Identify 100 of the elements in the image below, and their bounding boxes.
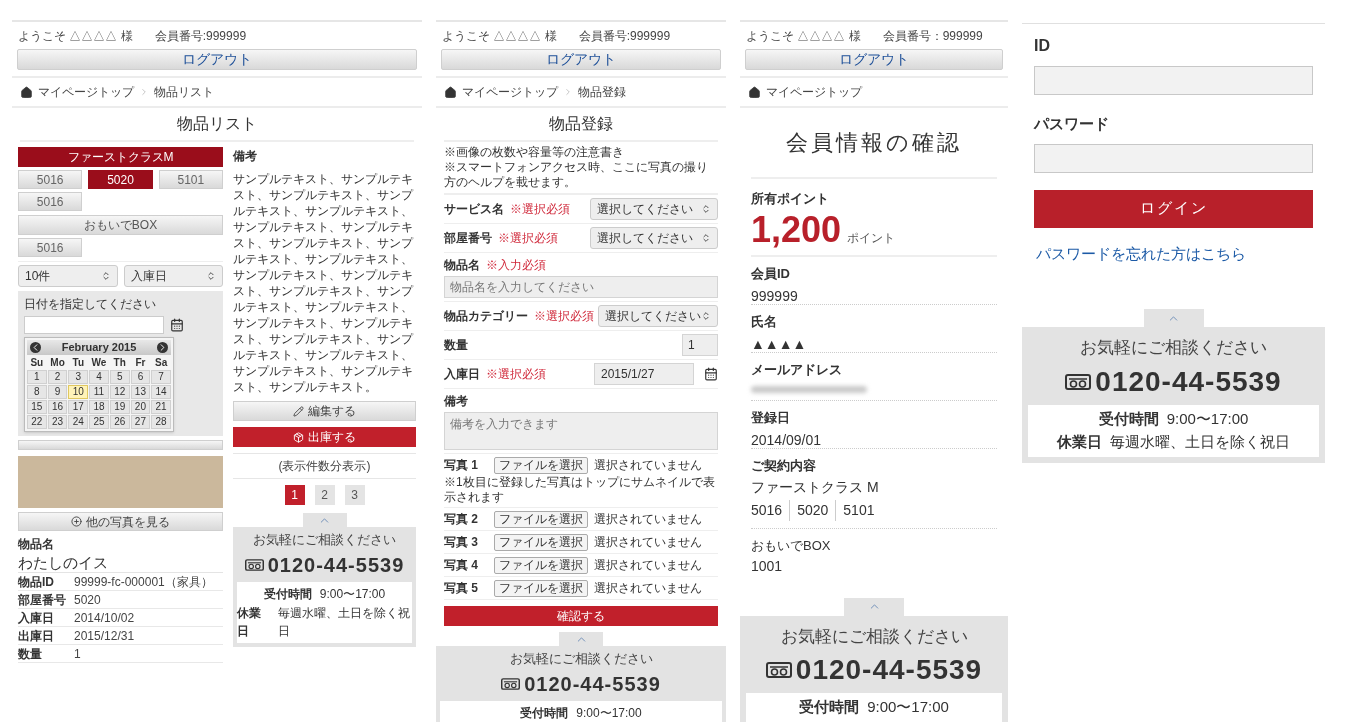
filter-button[interactable]: [18, 440, 223, 450]
date-input[interactable]: 2015/1/27: [594, 363, 694, 385]
contact-heading: お気軽にご相談ください: [253, 531, 396, 549]
plus-circle-icon: [71, 516, 82, 527]
calendar-day[interactable]: 26: [109, 415, 130, 429]
calendar-day[interactable]: 1: [27, 370, 47, 384]
select-dropdown[interactable]: 入庫日: [123, 265, 223, 287]
calendar-day[interactable]: 11: [89, 385, 109, 399]
member-number: 会員番号:999999: [578, 28, 671, 45]
prev-month-button[interactable]: [30, 342, 41, 353]
pencil-icon: [293, 405, 304, 417]
plan-tab[interactable]: ファーストクラスM: [18, 147, 223, 167]
calendar-day[interactable]: 27: [130, 415, 151, 429]
next-month-button[interactable]: [157, 342, 168, 353]
hours-label: 受付時間: [263, 585, 312, 603]
calendar-day[interactable]: 16: [47, 400, 68, 414]
calendar-day[interactable]: 23: [47, 415, 68, 429]
required-note: ※選択必須: [534, 308, 594, 325]
more-photos-button[interactable]: 他の写真を見る: [18, 512, 223, 531]
points-unit: ポイント: [847, 229, 896, 247]
notes-textarea[interactable]: 備考を入力できます: [444, 412, 718, 450]
hours-value: 9:00〜17:00: [576, 704, 642, 722]
login-button[interactable]: ログイン: [1034, 189, 1313, 228]
room-tab[interactable]: 5016: [18, 192, 83, 211]
home-icon: [748, 85, 761, 99]
notes-label: 備考: [233, 148, 258, 165]
forgot-password-link[interactable]: パスワードを忘れた方はこちら: [1036, 242, 1313, 265]
calendar-day[interactable]: 21: [151, 400, 171, 414]
room-tab[interactable]: 5101: [158, 170, 223, 189]
required-note: ※選択必須: [486, 366, 546, 383]
choose-file-button[interactable]: ファイルを選択: [494, 510, 588, 528]
logout-button[interactable]: ログアウト: [745, 48, 1003, 70]
back-to-top-button[interactable]: [559, 632, 603, 646]
choose-file-button[interactable]: ファイルを選択: [494, 579, 588, 597]
field-label: 登録日: [751, 408, 791, 427]
password-input[interactable]: [1034, 143, 1313, 173]
choose-file-button[interactable]: ファイルを選択: [494, 556, 588, 574]
calendar-day[interactable]: 28: [151, 415, 171, 429]
field-value: ▲▲▲▲: [751, 335, 808, 354]
calendar-day[interactable]: 10: [68, 385, 89, 399]
select-dropdown[interactable]: 選択してください: [590, 198, 718, 220]
calendar-day[interactable]: 19: [109, 400, 130, 414]
date-input[interactable]: [24, 316, 164, 334]
plan-tab[interactable]: おもいでBOX: [18, 215, 223, 235]
select-dropdown[interactable]: 選択してください: [598, 305, 718, 327]
page-button[interactable]: 3: [344, 485, 365, 505]
calendar-day[interactable]: 3: [68, 370, 89, 384]
calendar-day[interactable]: 13: [130, 385, 151, 399]
closed-days-value: 毎週水曜、土日を除く祝日: [278, 604, 412, 640]
back-to-top-button[interactable]: [844, 597, 904, 616]
back-to-top-button[interactable]: [302, 513, 347, 527]
calendar-day[interactable]: 4: [89, 370, 109, 384]
points-label: 所有ポイント: [751, 190, 830, 208]
breadcrumb-link[interactable]: マイページトップ: [462, 83, 558, 101]
select-dropdown[interactable]: 選択してください: [590, 227, 718, 249]
calendar-day[interactable]: 20: [130, 400, 151, 414]
calendar-day[interactable]: 14: [151, 385, 171, 399]
page-button[interactable]: 1: [284, 485, 305, 505]
calendar-day[interactable]: 9: [47, 385, 68, 399]
choose-file-button[interactable]: ファイルを選択: [494, 456, 588, 474]
confirm-button[interactable]: 確認する: [444, 606, 718, 626]
calendar-day[interactable]: 5: [109, 370, 130, 384]
calendar-day[interactable]: 7: [151, 370, 171, 384]
field-label: 部屋番号: [444, 230, 492, 247]
id-input[interactable]: [1034, 66, 1313, 95]
calendar-day[interactable]: 25: [89, 415, 109, 429]
calendar-day[interactable]: 22: [27, 415, 47, 429]
quantity-input[interactable]: 1: [682, 334, 718, 356]
photo-label: 写真 1: [444, 457, 479, 474]
field-label: おもいでBOX: [751, 537, 832, 555]
room-tab[interactable]: 5016: [18, 170, 83, 189]
select-dropdown[interactable]: 10件: [18, 265, 118, 287]
count-note: (表示件数分表示): [278, 458, 371, 475]
note-text: ※スマートフォンアクセス時、ここに写真の撮り方のヘルプを載せます。: [444, 160, 709, 190]
page-button[interactable]: 2: [314, 485, 335, 505]
calendar-day[interactable]: 2: [47, 370, 68, 384]
calendar-icon[interactable]: [704, 367, 718, 381]
calendar-day[interactable]: 17: [68, 400, 89, 414]
calendar-day[interactable]: 6: [130, 370, 151, 384]
ship-button[interactable]: 出庫する: [233, 427, 416, 447]
text-input[interactable]: 物品名を入力してください: [444, 276, 718, 298]
choose-file-button[interactable]: ファイルを選択: [494, 533, 588, 551]
field-label: ご契約内容: [751, 456, 817, 475]
logout-button[interactable]: ログアウト: [17, 48, 417, 70]
room-number: 5016: [751, 501, 784, 520]
field-label: 物品名: [444, 257, 480, 274]
calendar-day[interactable]: 24: [68, 415, 89, 429]
room-tab[interactable]: 5020: [88, 170, 153, 189]
room-tab[interactable]: 5016: [18, 238, 83, 257]
edit-button[interactable]: 編集する: [233, 401, 416, 421]
breadcrumb-link[interactable]: マイページトップ: [38, 83, 134, 101]
logout-button[interactable]: ログアウト: [441, 48, 721, 70]
calendar-day[interactable]: 12: [109, 385, 130, 399]
calendar-icon[interactable]: [170, 318, 184, 332]
calendar-day[interactable]: 15: [27, 400, 47, 414]
hours-label: 受付時間: [520, 704, 569, 722]
calendar-day[interactable]: 18: [89, 400, 109, 414]
back-to-top-button[interactable]: [1143, 309, 1204, 327]
breadcrumb-current: マイページトップ: [766, 84, 862, 101]
calendar-day[interactable]: 8: [27, 385, 47, 399]
